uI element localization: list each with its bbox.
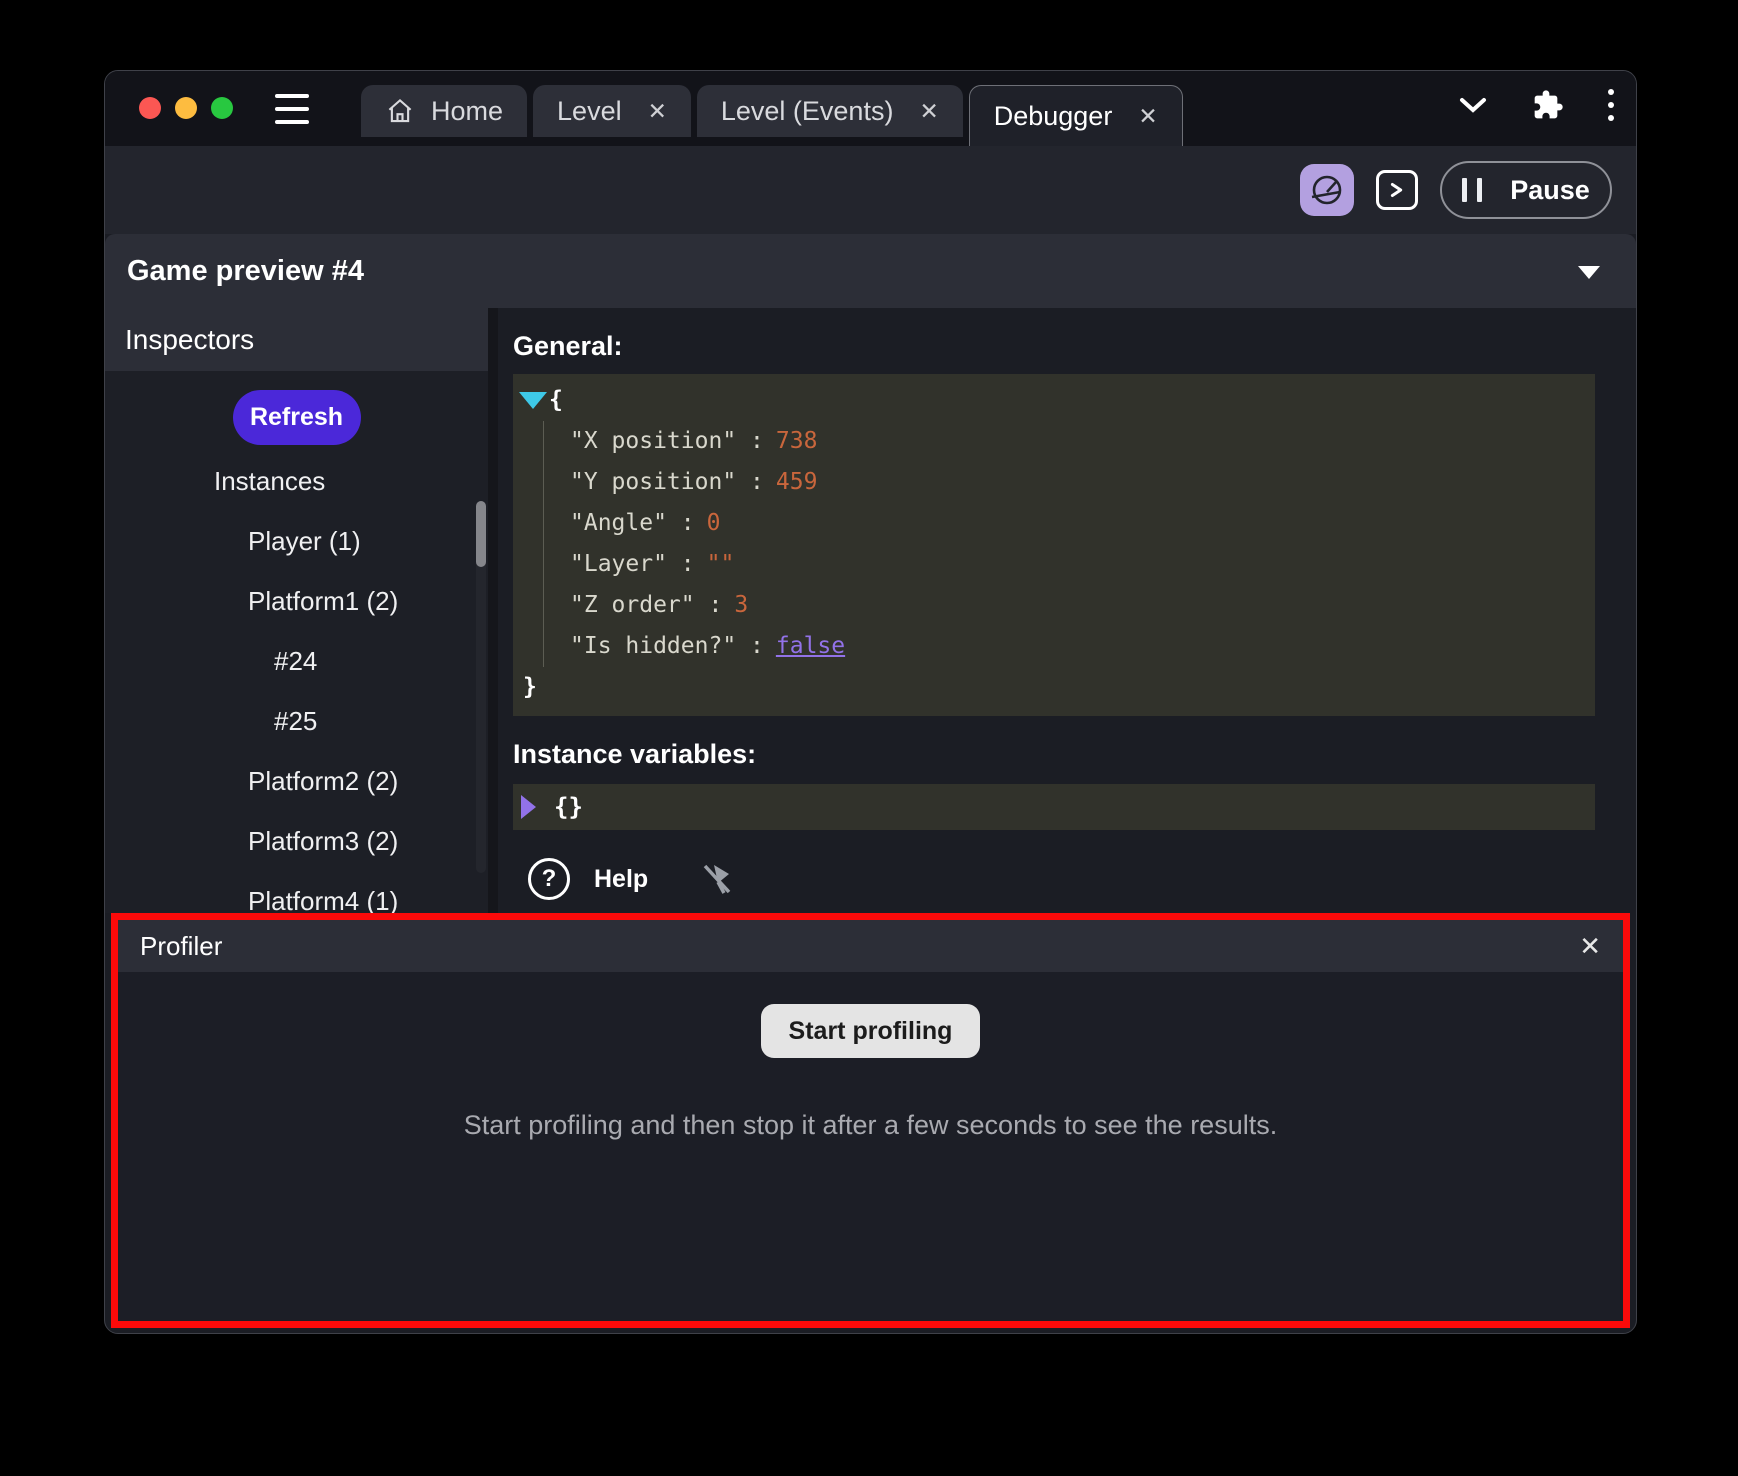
inspectors-header: Inspectors — [105, 308, 488, 371]
open-brace: { — [549, 380, 563, 421]
unpin-icon[interactable] — [698, 860, 736, 898]
profiler-hint-text: Start profiling and then stop it after a… — [464, 1110, 1277, 1141]
json-root-close: } — [513, 667, 1595, 708]
app-window: Home Level ✕ Level (Events) ✕ Debugger ✕ — [104, 70, 1637, 1334]
profiler-panel: Profiler ✕ Start profiling Start profili… — [111, 913, 1630, 1328]
hamburger-menu-icon[interactable] — [275, 94, 309, 124]
titlebar-actions — [1458, 89, 1614, 121]
tree-item-platform1[interactable]: Platform1 (2) — [105, 571, 488, 631]
title-bar: Home Level ✕ Level (Events) ✕ Debugger ✕ — [105, 71, 1636, 146]
tree-item-platform2[interactable]: Platform2 (2) — [105, 751, 488, 811]
json-root-line: { — [513, 380, 1595, 421]
help-button[interactable]: Help — [594, 865, 648, 894]
help-row: ? Help — [528, 858, 736, 900]
tab-level[interactable]: Level ✕ — [533, 85, 691, 137]
sidebar-scrollbar-thumb[interactable] — [476, 501, 486, 567]
instances-tree: Instances Player (1) Platform1 (2) #24 #… — [105, 451, 488, 913]
tab-label: Level — [557, 96, 622, 127]
instance-variables-label: Instance variables: — [513, 734, 1636, 774]
tab-label: Home — [431, 96, 503, 127]
refresh-button[interactable]: Refresh — [233, 390, 361, 445]
json-value[interactable]: 3 — [734, 585, 748, 626]
general-label: General: — [513, 326, 1636, 366]
home-icon — [385, 96, 415, 126]
inspectors-sidebar: Inspectors Refresh Instances Player (1) … — [105, 308, 488, 913]
tree-item-instance-24[interactable]: #24 — [105, 631, 488, 691]
json-value[interactable]: "" — [707, 544, 735, 585]
json-row-z-order: "Z order" : 3 — [570, 585, 1595, 626]
empty-object-braces: {} — [554, 793, 583, 821]
pause-icon — [1462, 178, 1467, 202]
kebab-menu-icon[interactable] — [1608, 89, 1614, 121]
profiler-title: Profiler — [140, 931, 222, 962]
json-row-x-position: "X position" : 738 — [570, 421, 1595, 462]
tab-close-icon[interactable]: ✕ — [919, 98, 938, 125]
window-controls — [139, 97, 233, 119]
toolbar-actions: Pause — [1300, 161, 1612, 219]
extensions-puzzle-icon[interactable] — [1532, 89, 1564, 121]
console-chevron-icon — [1385, 177, 1409, 203]
expander-open-icon[interactable] — [519, 392, 547, 409]
tab-close-icon[interactable]: ✕ — [648, 98, 667, 125]
console-button[interactable] — [1376, 170, 1418, 210]
tree-item-player[interactable]: Player (1) — [105, 511, 488, 571]
help-question-icon[interactable]: ? — [528, 858, 570, 900]
start-profiling-button[interactable]: Start profiling — [761, 1004, 981, 1058]
json-rows: "X position" : 738 "Y position" : 459 "A… — [543, 421, 1595, 667]
panel-divider — [488, 308, 498, 913]
dropdown-arrow-icon — [1578, 266, 1600, 279]
inspector-detail-panel: General: { "X position" : 738 "Y positio… — [498, 308, 1636, 913]
chevron-down-icon[interactable] — [1458, 96, 1488, 114]
json-row-angle: "Angle" : 0 — [570, 503, 1595, 544]
profiler-header: Profiler ✕ — [118, 920, 1623, 972]
json-row-is-hidden: "Is hidden?" : false — [570, 626, 1595, 667]
json-value[interactable]: 459 — [776, 462, 818, 503]
pause-label: Pause — [1510, 175, 1590, 206]
tree-item-platform3[interactable]: Platform3 (2) — [105, 811, 488, 871]
close-brace: } — [523, 667, 537, 708]
window-close-button[interactable] — [139, 97, 161, 119]
expander-collapsed-icon[interactable] — [521, 795, 536, 819]
json-row-layer: "Layer" : "" — [570, 544, 1595, 585]
tree-item-instances[interactable]: Instances — [105, 451, 488, 511]
gauge-icon — [1309, 172, 1345, 208]
tab-home[interactable]: Home — [361, 85, 527, 137]
general-json-tree: { "X position" : 738 "Y position" : 459 … — [513, 374, 1595, 716]
tab-close-icon[interactable]: ✕ — [1138, 103, 1157, 130]
tab-label: Level (Events) — [721, 96, 894, 127]
debugger-toolbar: Pause — [105, 146, 1636, 234]
json-value[interactable]: false — [776, 626, 845, 667]
tab-level-events[interactable]: Level (Events) ✕ — [697, 85, 963, 137]
tab-label: Debugger — [994, 101, 1113, 132]
profiler-body: Start profiling Start profiling and then… — [118, 972, 1623, 1141]
tree-item-platform4[interactable]: Platform4 (1) — [105, 871, 488, 913]
json-value[interactable]: 0 — [707, 503, 721, 544]
tab-debugger[interactable]: Debugger ✕ — [969, 85, 1183, 146]
profiler-close-icon[interactable]: ✕ — [1579, 931, 1601, 962]
debugger-main: Inspectors Refresh Instances Player (1) … — [105, 308, 1636, 913]
profiler-gauge-button[interactable] — [1300, 164, 1354, 216]
game-preview-title: Game preview #4 — [127, 255, 364, 288]
pause-button[interactable]: Pause — [1440, 161, 1612, 219]
window-minimize-button[interactable] — [175, 97, 197, 119]
tree-item-instance-25[interactable]: #25 — [105, 691, 488, 751]
tab-strip: Home Level ✕ Level (Events) ✕ Debugger ✕ — [361, 85, 1183, 146]
json-value[interactable]: 738 — [776, 421, 818, 462]
game-preview-selector[interactable]: Game preview #4 — [105, 234, 1636, 308]
json-row-y-position: "Y position" : 459 — [570, 462, 1595, 503]
instance-variables-tree: {} — [513, 784, 1595, 830]
screenshot-stage: Home Level ✕ Level (Events) ✕ Debugger ✕ — [0, 0, 1738, 1476]
window-zoom-button[interactable] — [211, 97, 233, 119]
